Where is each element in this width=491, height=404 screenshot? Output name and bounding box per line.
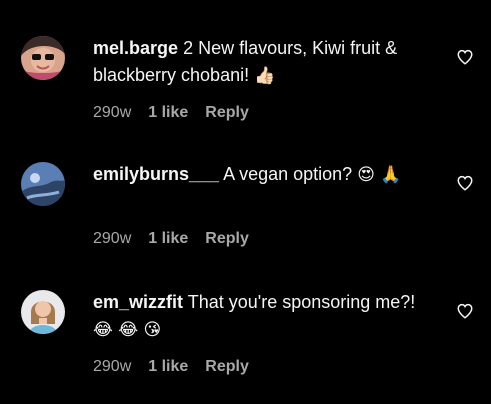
comment-time: 290w xyxy=(93,358,132,375)
avatar[interactable] xyxy=(21,162,65,206)
comment-text: emilyburns___ A vegan option? 😍 🙏 xyxy=(93,161,433,189)
comment-text: em_wizzfit That you're sponsoring me?! 😂… xyxy=(93,289,433,344)
avatar[interactable] xyxy=(21,36,65,80)
comment-body: That you're sponsoring me?! xyxy=(187,292,416,312)
comment-time: 290w xyxy=(93,230,132,247)
comment-likes-count[interactable]: 1 like xyxy=(148,230,188,248)
heart-outline-icon[interactable] xyxy=(456,48,474,66)
avatar[interactable] xyxy=(21,290,65,334)
comment-username[interactable]: em_wizzfit xyxy=(93,292,183,312)
reply-button[interactable]: Reply xyxy=(205,230,249,248)
comment-username[interactable]: mel.barge xyxy=(93,38,178,58)
comment-likes-count[interactable]: 1 like xyxy=(148,104,188,122)
heart-outline-icon[interactable] xyxy=(456,302,474,320)
comment-body: A vegan option? xyxy=(223,164,353,184)
comment-emojis: 😂 😂 😘 xyxy=(93,320,162,340)
comment-emojis: 😍 🙏 xyxy=(357,165,402,185)
comment-emojis: 👍🏻 xyxy=(254,66,276,86)
comment-text: mel.barge 2 New flavours, Kiwi fruit & b… xyxy=(93,35,433,90)
reply-button[interactable]: Reply xyxy=(205,358,249,376)
heart-outline-icon[interactable] xyxy=(456,174,474,192)
comment-meta: 290w 1 like Reply xyxy=(93,358,249,376)
comment-meta: 290w 1 like Reply xyxy=(93,104,249,122)
comment-time: 290w xyxy=(93,104,132,121)
comment-username[interactable]: emilyburns___ xyxy=(93,164,219,184)
comment-likes-count[interactable]: 1 like xyxy=(148,358,188,376)
comment-meta: 290w 1 like Reply xyxy=(93,230,249,248)
reply-button[interactable]: Reply xyxy=(205,104,249,122)
